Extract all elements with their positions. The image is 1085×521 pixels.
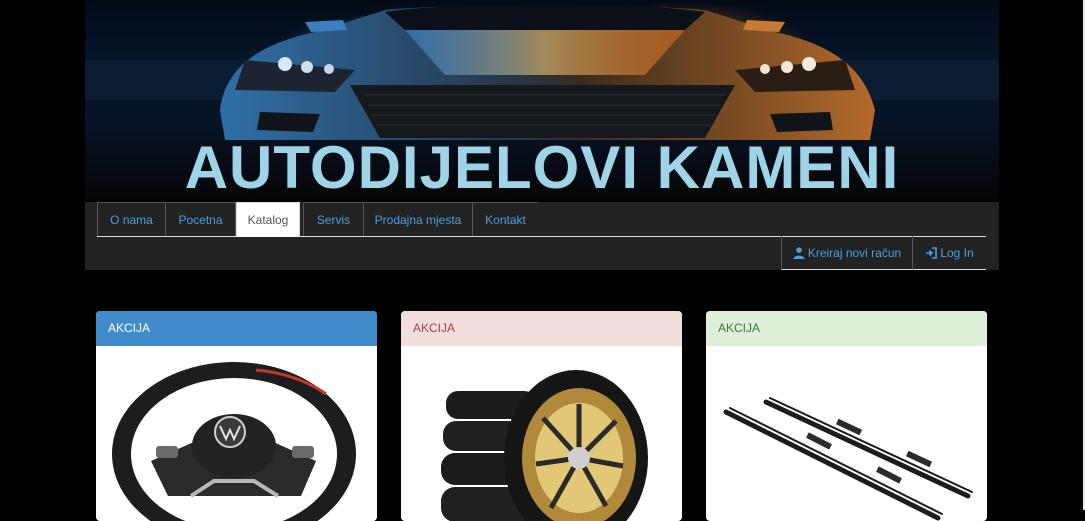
product-card[interactable]: AKCIJA: [706, 311, 987, 521]
register-label: Kreiraj novi račun: [807, 246, 902, 260]
nav-tabs: O nama Pocetna Katalog Servis Prodajna m…: [97, 202, 986, 237]
user-icon: [793, 247, 805, 259]
promo-badge: AKCIJA: [706, 311, 987, 346]
promo-badge: AKCIJA: [96, 311, 377, 346]
tab-prodajna-mjesta[interactable]: Prodajna mjesta: [363, 202, 473, 236]
product-card[interactable]: AKCIJA: [401, 311, 682, 521]
tab-katalog[interactable]: Katalog: [236, 202, 300, 237]
wiper-blades-image: [723, 397, 973, 521]
steering-wheel-image: [112, 362, 356, 521]
navbar: O nama Pocetna Katalog Servis Prodajna m…: [85, 202, 999, 270]
login-label: Log In: [940, 246, 974, 260]
log-in-icon: [926, 247, 938, 259]
site-title: AUTODIJELOVI KAMENI: [184, 134, 900, 200]
tab-o-nama[interactable]: O nama: [97, 202, 166, 236]
login-link[interactable]: Log In: [912, 236, 986, 270]
tab-pocetna[interactable]: Pocetna: [165, 202, 236, 236]
tires-image: [441, 370, 648, 521]
register-link[interactable]: Kreiraj novi račun: [781, 236, 912, 270]
promo-badge: AKCIJA: [401, 311, 682, 346]
product-card[interactable]: AKCIJA: [96, 311, 377, 521]
tab-kontakt[interactable]: Kontakt: [472, 202, 538, 236]
tab-servis[interactable]: Servis: [303, 202, 364, 236]
header-banner: AUTODIJELOVI KAMENI: [85, 0, 999, 200]
